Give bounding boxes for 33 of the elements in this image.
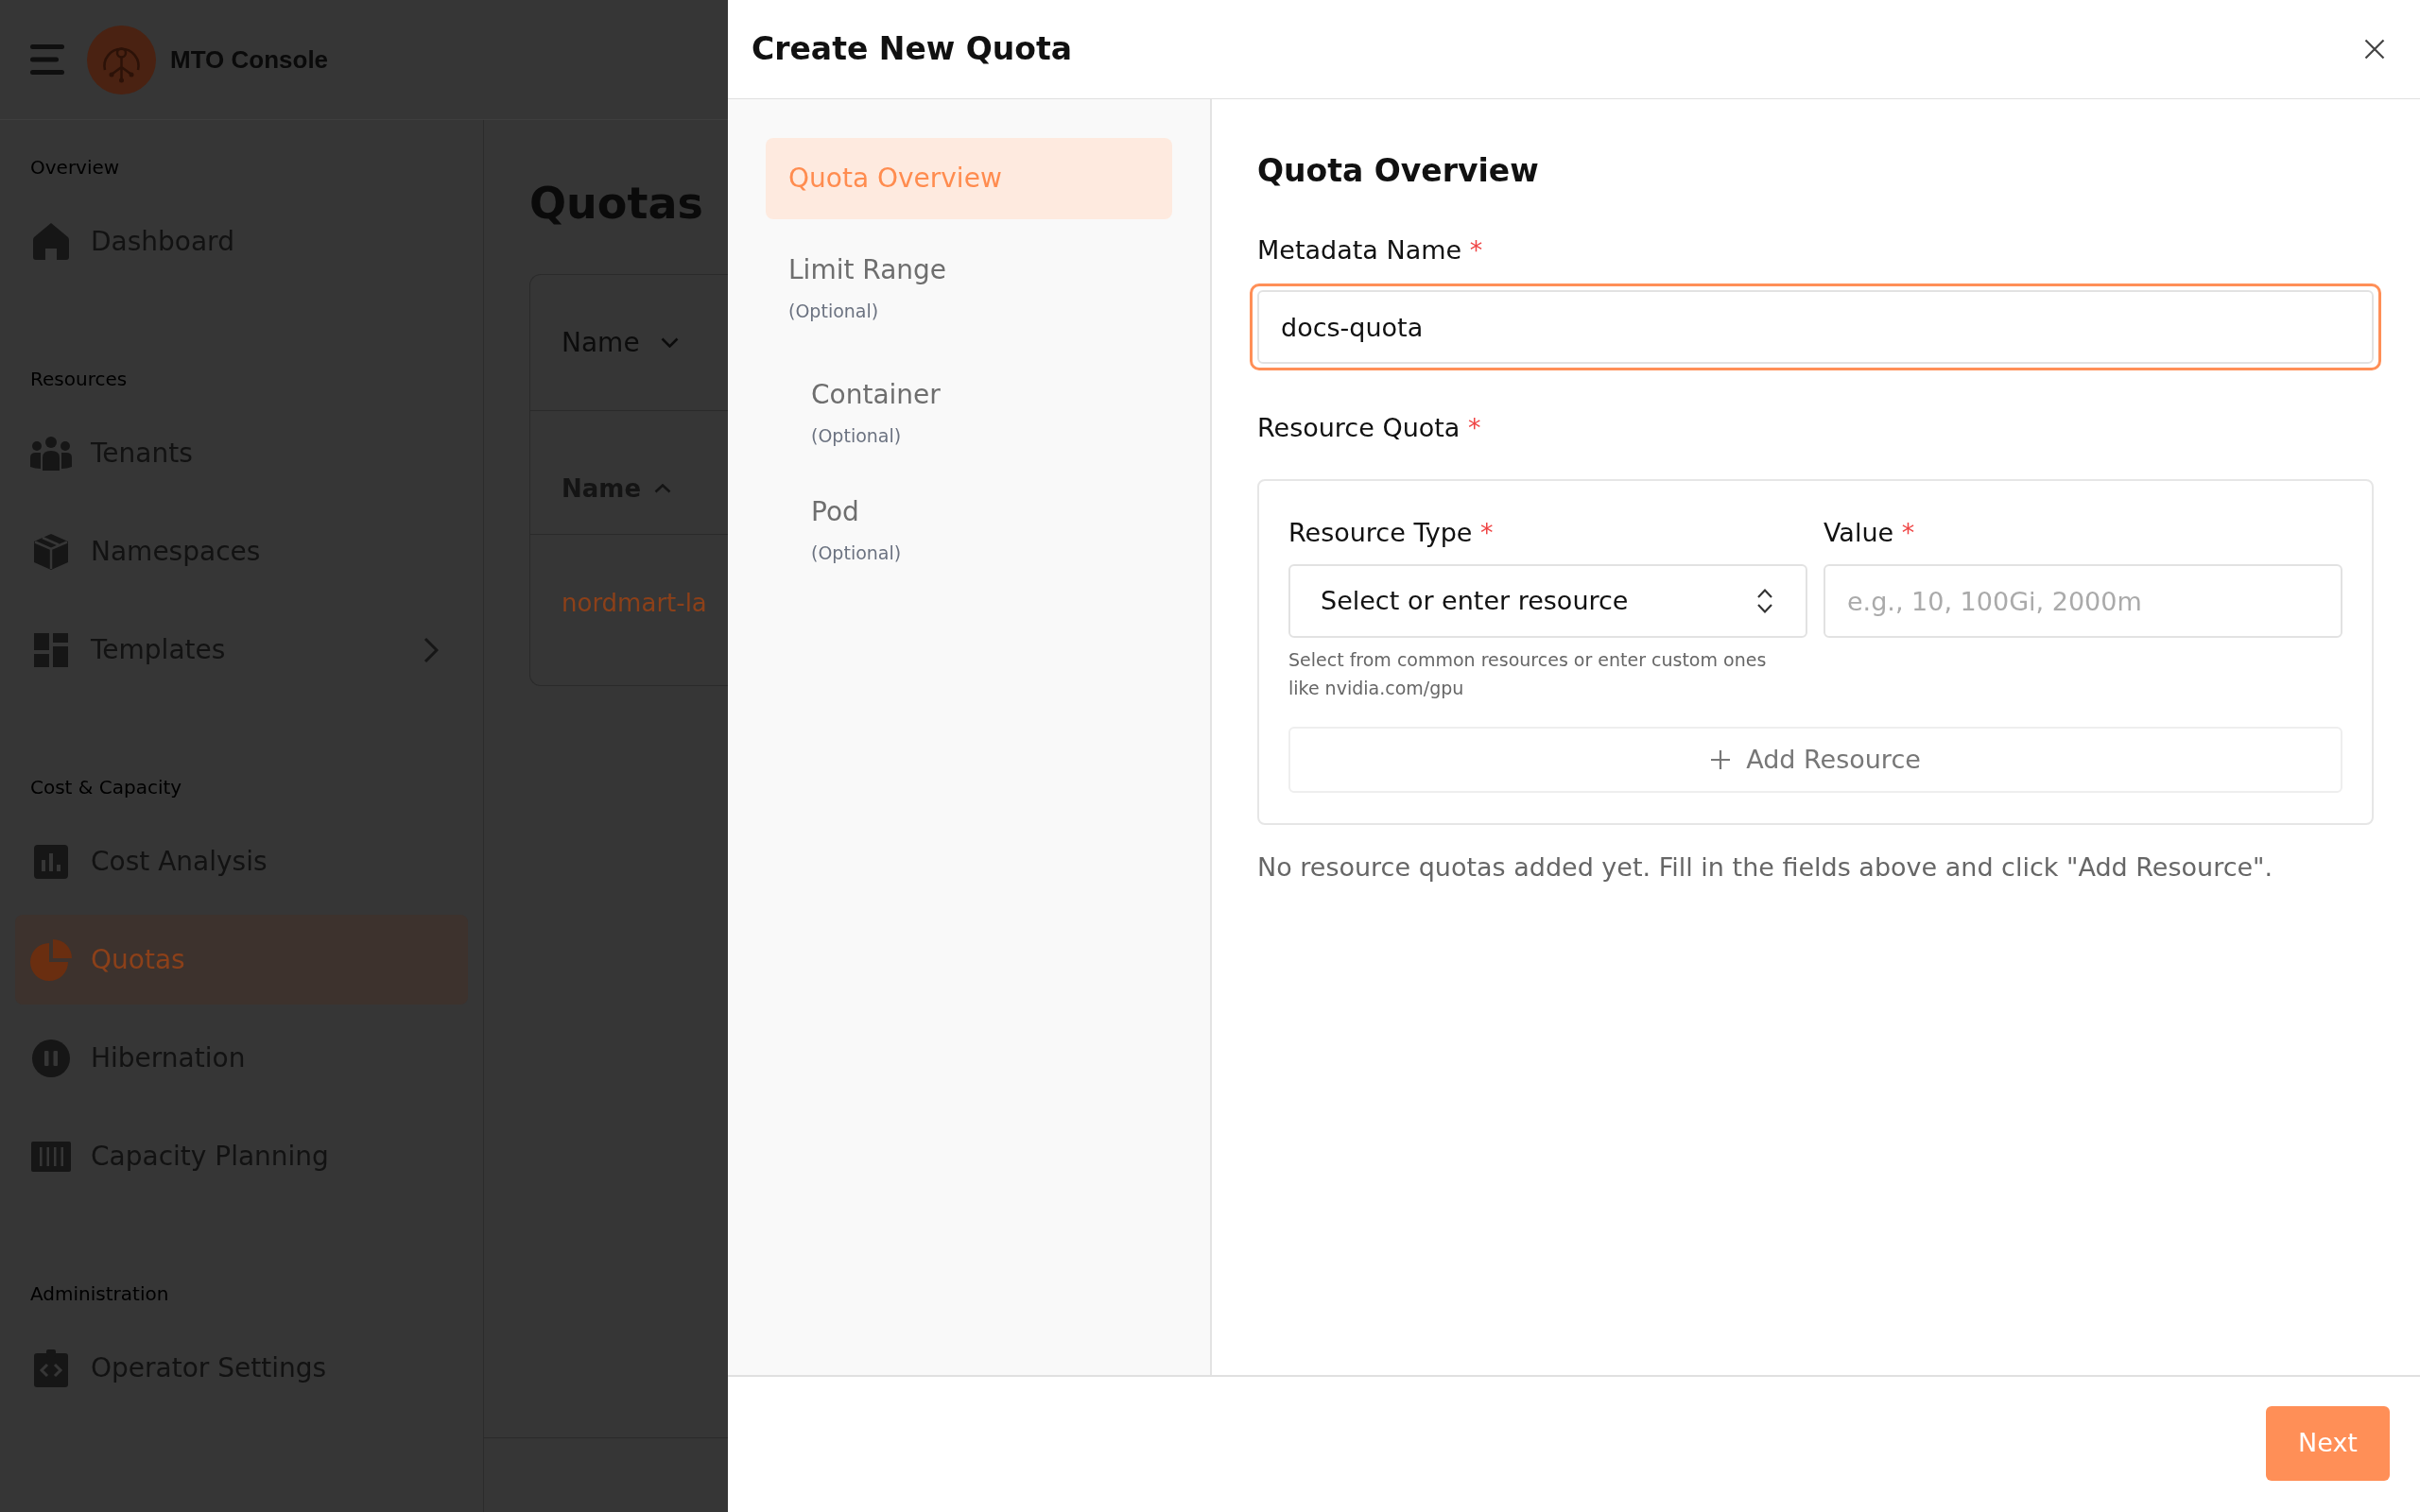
chevron-down-icon bbox=[660, 337, 679, 348]
drawer-title: Create New Quota bbox=[752, 29, 1073, 70]
plus-icon bbox=[1710, 749, 1732, 770]
logo-icon bbox=[87, 25, 156, 94]
quota-name-link[interactable]: nordmart-la bbox=[562, 587, 707, 619]
value-input-field[interactable]: e.g., 10, 100Gi, 2000m bbox=[1824, 564, 2342, 638]
columns-icon bbox=[31, 1141, 71, 1172]
wizard-step[interactable]: Limit Range (Optional) bbox=[766, 230, 1172, 347]
field-label: Value * bbox=[1824, 517, 1915, 549]
cube-icon bbox=[32, 532, 70, 571]
close-icon[interactable] bbox=[2364, 39, 2385, 60]
chevron-up-down-icon bbox=[1756, 588, 1773, 614]
pie-chart-icon bbox=[30, 938, 72, 981]
wizard-step[interactable]: Container (Optional) bbox=[788, 354, 1172, 472]
sidebar-link[interactable]: Quotas bbox=[15, 915, 468, 1005]
empty-state-message: No resource quotas added yet. Fill in the fields above and click "Add Resource". bbox=[1257, 851, 2273, 884]
name-input-field[interactable]: docs-quota bbox=[1250, 284, 2381, 370]
bar-chart-icon bbox=[34, 844, 68, 879]
add-resource-button[interactable]: Add Resource bbox=[1288, 727, 2342, 793]
field-label: Resource Type * bbox=[1288, 517, 1494, 549]
next-button[interactable]: Next bbox=[2266, 1406, 2390, 1481]
resource-type-select[interactable]: Select or enter resource bbox=[1288, 564, 1807, 638]
field-label: Metadata Name * bbox=[1257, 234, 1483, 266]
home-icon bbox=[32, 222, 70, 261]
wizard-step[interactable]: Pod (Optional) bbox=[788, 472, 1172, 589]
field-label: Resource Quota * bbox=[1257, 412, 1481, 444]
layout-grid-icon bbox=[34, 632, 68, 667]
wizard-step[interactable]: Quota Overview bbox=[766, 138, 1172, 219]
help-text: Select from common resources or enter custom ones like nvidia.com/gpu bbox=[1288, 648, 1768, 700]
clipboard-code-icon bbox=[34, 1349, 68, 1387]
section-heading: Quota Overview bbox=[1257, 151, 1539, 191]
pause-icon bbox=[32, 1039, 70, 1077]
people-group-icon bbox=[30, 436, 72, 471]
